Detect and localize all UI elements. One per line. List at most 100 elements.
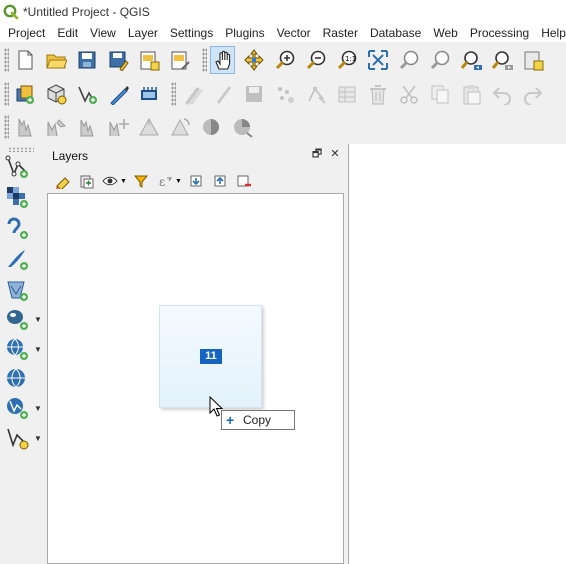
collapse-all-button[interactable] (210, 171, 230, 191)
add-group-button[interactable] (76, 171, 96, 191)
toolbar-grip[interactable] (202, 47, 207, 72)
label-rotate-button[interactable] (167, 113, 192, 141)
add-point-button[interactable] (272, 80, 297, 108)
new-shapefile-layer-button[interactable] (74, 80, 99, 108)
add-wms-button[interactable] (4, 336, 30, 362)
add-spatialite-button[interactable] (4, 277, 30, 303)
zoom-last-button[interactable] (458, 46, 483, 74)
copy-features-button[interactable] (427, 80, 452, 108)
modify-attributes-button[interactable] (334, 80, 359, 108)
zoom-full-button[interactable] (365, 46, 390, 74)
new-layout-button[interactable] (136, 46, 161, 74)
diagram-move-button[interactable] (136, 113, 161, 141)
vertex-tool-button[interactable] (303, 80, 328, 108)
data-source-manager-icon (16, 85, 34, 104)
float-panel-button[interactable]: 🗗 (311, 148, 323, 160)
toggle-editing-button[interactable] (210, 80, 235, 108)
toolbar-grip[interactable] (4, 81, 9, 106)
zoom-next-button[interactable] (489, 46, 514, 74)
add-delimited-text-button[interactable] (4, 246, 30, 272)
menu-raster[interactable]: Raster (317, 26, 364, 40)
add-wfs-button[interactable] (4, 395, 30, 421)
add-postgis-button[interactable] (4, 306, 30, 332)
dropdown-arrow-icon[interactable]: ▼ (120, 178, 127, 185)
menu-project[interactable]: Project (0, 26, 51, 40)
diagram-rotate-button[interactable] (229, 113, 254, 141)
add-mesh-layer-button[interactable] (4, 215, 30, 241)
dropdown-arrow-icon[interactable]: ▼ (175, 178, 182, 185)
filter-expression-icon: ε (159, 175, 172, 189)
save-as-button[interactable] (105, 46, 130, 74)
layer-styling-button[interactable] (52, 171, 72, 191)
filter-expression-button[interactable]: ε (155, 171, 175, 191)
new-geopackage-layer-icon (47, 83, 66, 104)
open-project-icon (45, 54, 67, 68)
toolbar-grip[interactable] (4, 115, 9, 139)
add-wcs-icon (7, 368, 25, 388)
copy-plus-icon: + (226, 412, 235, 428)
save-project-button[interactable] (74, 46, 99, 74)
toolbar-grip[interactable] (8, 147, 34, 152)
menu-layer[interactable]: Layer (122, 26, 164, 40)
zoom-in-button[interactable] (272, 46, 297, 74)
add-postgis-icon (7, 310, 28, 330)
menu-database[interactable]: Database (364, 26, 427, 40)
toolbar-grip[interactable] (171, 81, 176, 106)
zoom-out-button[interactable] (303, 46, 328, 74)
new-map-view-button[interactable] (520, 46, 545, 74)
dropdown-arrow-icon[interactable]: ▼ (34, 315, 42, 324)
remove-layer-button[interactable] (234, 171, 254, 191)
filter-legend-button[interactable] (131, 171, 151, 191)
zoom-layer-button[interactable] (427, 46, 452, 74)
gps-button[interactable] (136, 80, 161, 108)
menu-web[interactable]: Web (427, 26, 463, 40)
pan-to-selection-button[interactable] (241, 46, 266, 74)
menu-help[interactable]: Help (535, 26, 566, 40)
layout-manager-button[interactable] (167, 46, 192, 74)
label-show-hide-button[interactable] (74, 113, 99, 141)
dropdown-arrow-icon[interactable]: ▼ (34, 434, 42, 443)
menu-settings[interactable]: Settings (164, 26, 219, 40)
close-panel-button[interactable]: ✕ (329, 148, 341, 160)
label-button[interactable] (12, 113, 37, 141)
current-edits-button[interactable] (179, 80, 204, 108)
label-pin-button[interactable] (43, 113, 68, 141)
add-wfs-icon (7, 398, 28, 419)
toolbar-grip[interactable] (4, 47, 9, 72)
label-move-button[interactable] (105, 113, 130, 141)
new-virtual-layer-button[interactable] (4, 425, 30, 451)
cut-features-button[interactable] (396, 80, 421, 108)
expand-all-button[interactable] (186, 171, 206, 191)
drag-count-badge: 11 (200, 349, 222, 364)
zoom-selection-icon (399, 50, 418, 69)
manage-visibility-button[interactable] (100, 171, 120, 191)
add-wcs-button[interactable] (4, 366, 30, 392)
add-point-icon (277, 86, 294, 103)
menu-processing[interactable]: Processing (464, 26, 535, 40)
digitize-button[interactable] (105, 80, 130, 108)
dropdown-arrow-icon[interactable]: ▼ (34, 345, 42, 354)
new-project-button[interactable] (12, 46, 37, 74)
undo-button[interactable] (489, 80, 514, 108)
menu-edit[interactable]: Edit (51, 26, 84, 40)
zoom-native-button[interactable]: 1:1 (334, 46, 359, 74)
menu-plugins[interactable]: Plugins (219, 26, 270, 40)
menu-vector[interactable]: Vector (271, 26, 317, 40)
data-source-manager-button[interactable] (12, 80, 37, 108)
open-project-button[interactable] (43, 46, 68, 74)
add-vector-layer-button[interactable] (4, 154, 30, 180)
delete-selected-button[interactable] (365, 80, 390, 108)
dropdown-arrow-icon[interactable]: ▼ (34, 404, 42, 413)
new-geopackage-layer-button[interactable] (43, 80, 68, 108)
zoom-selection-button[interactable] (396, 46, 421, 74)
map-canvas[interactable] (348, 144, 566, 564)
save-edits-button[interactable] (241, 80, 266, 108)
zoom-in-icon (275, 50, 294, 69)
label-change-button[interactable] (198, 113, 223, 141)
menu-view[interactable]: View (84, 26, 122, 40)
pan-hand-button[interactable] (210, 45, 235, 74)
filter-legend-icon (133, 175, 149, 188)
redo-button[interactable] (520, 80, 545, 108)
paste-features-button[interactable] (458, 80, 483, 108)
add-raster-layer-button[interactable] (4, 184, 30, 210)
